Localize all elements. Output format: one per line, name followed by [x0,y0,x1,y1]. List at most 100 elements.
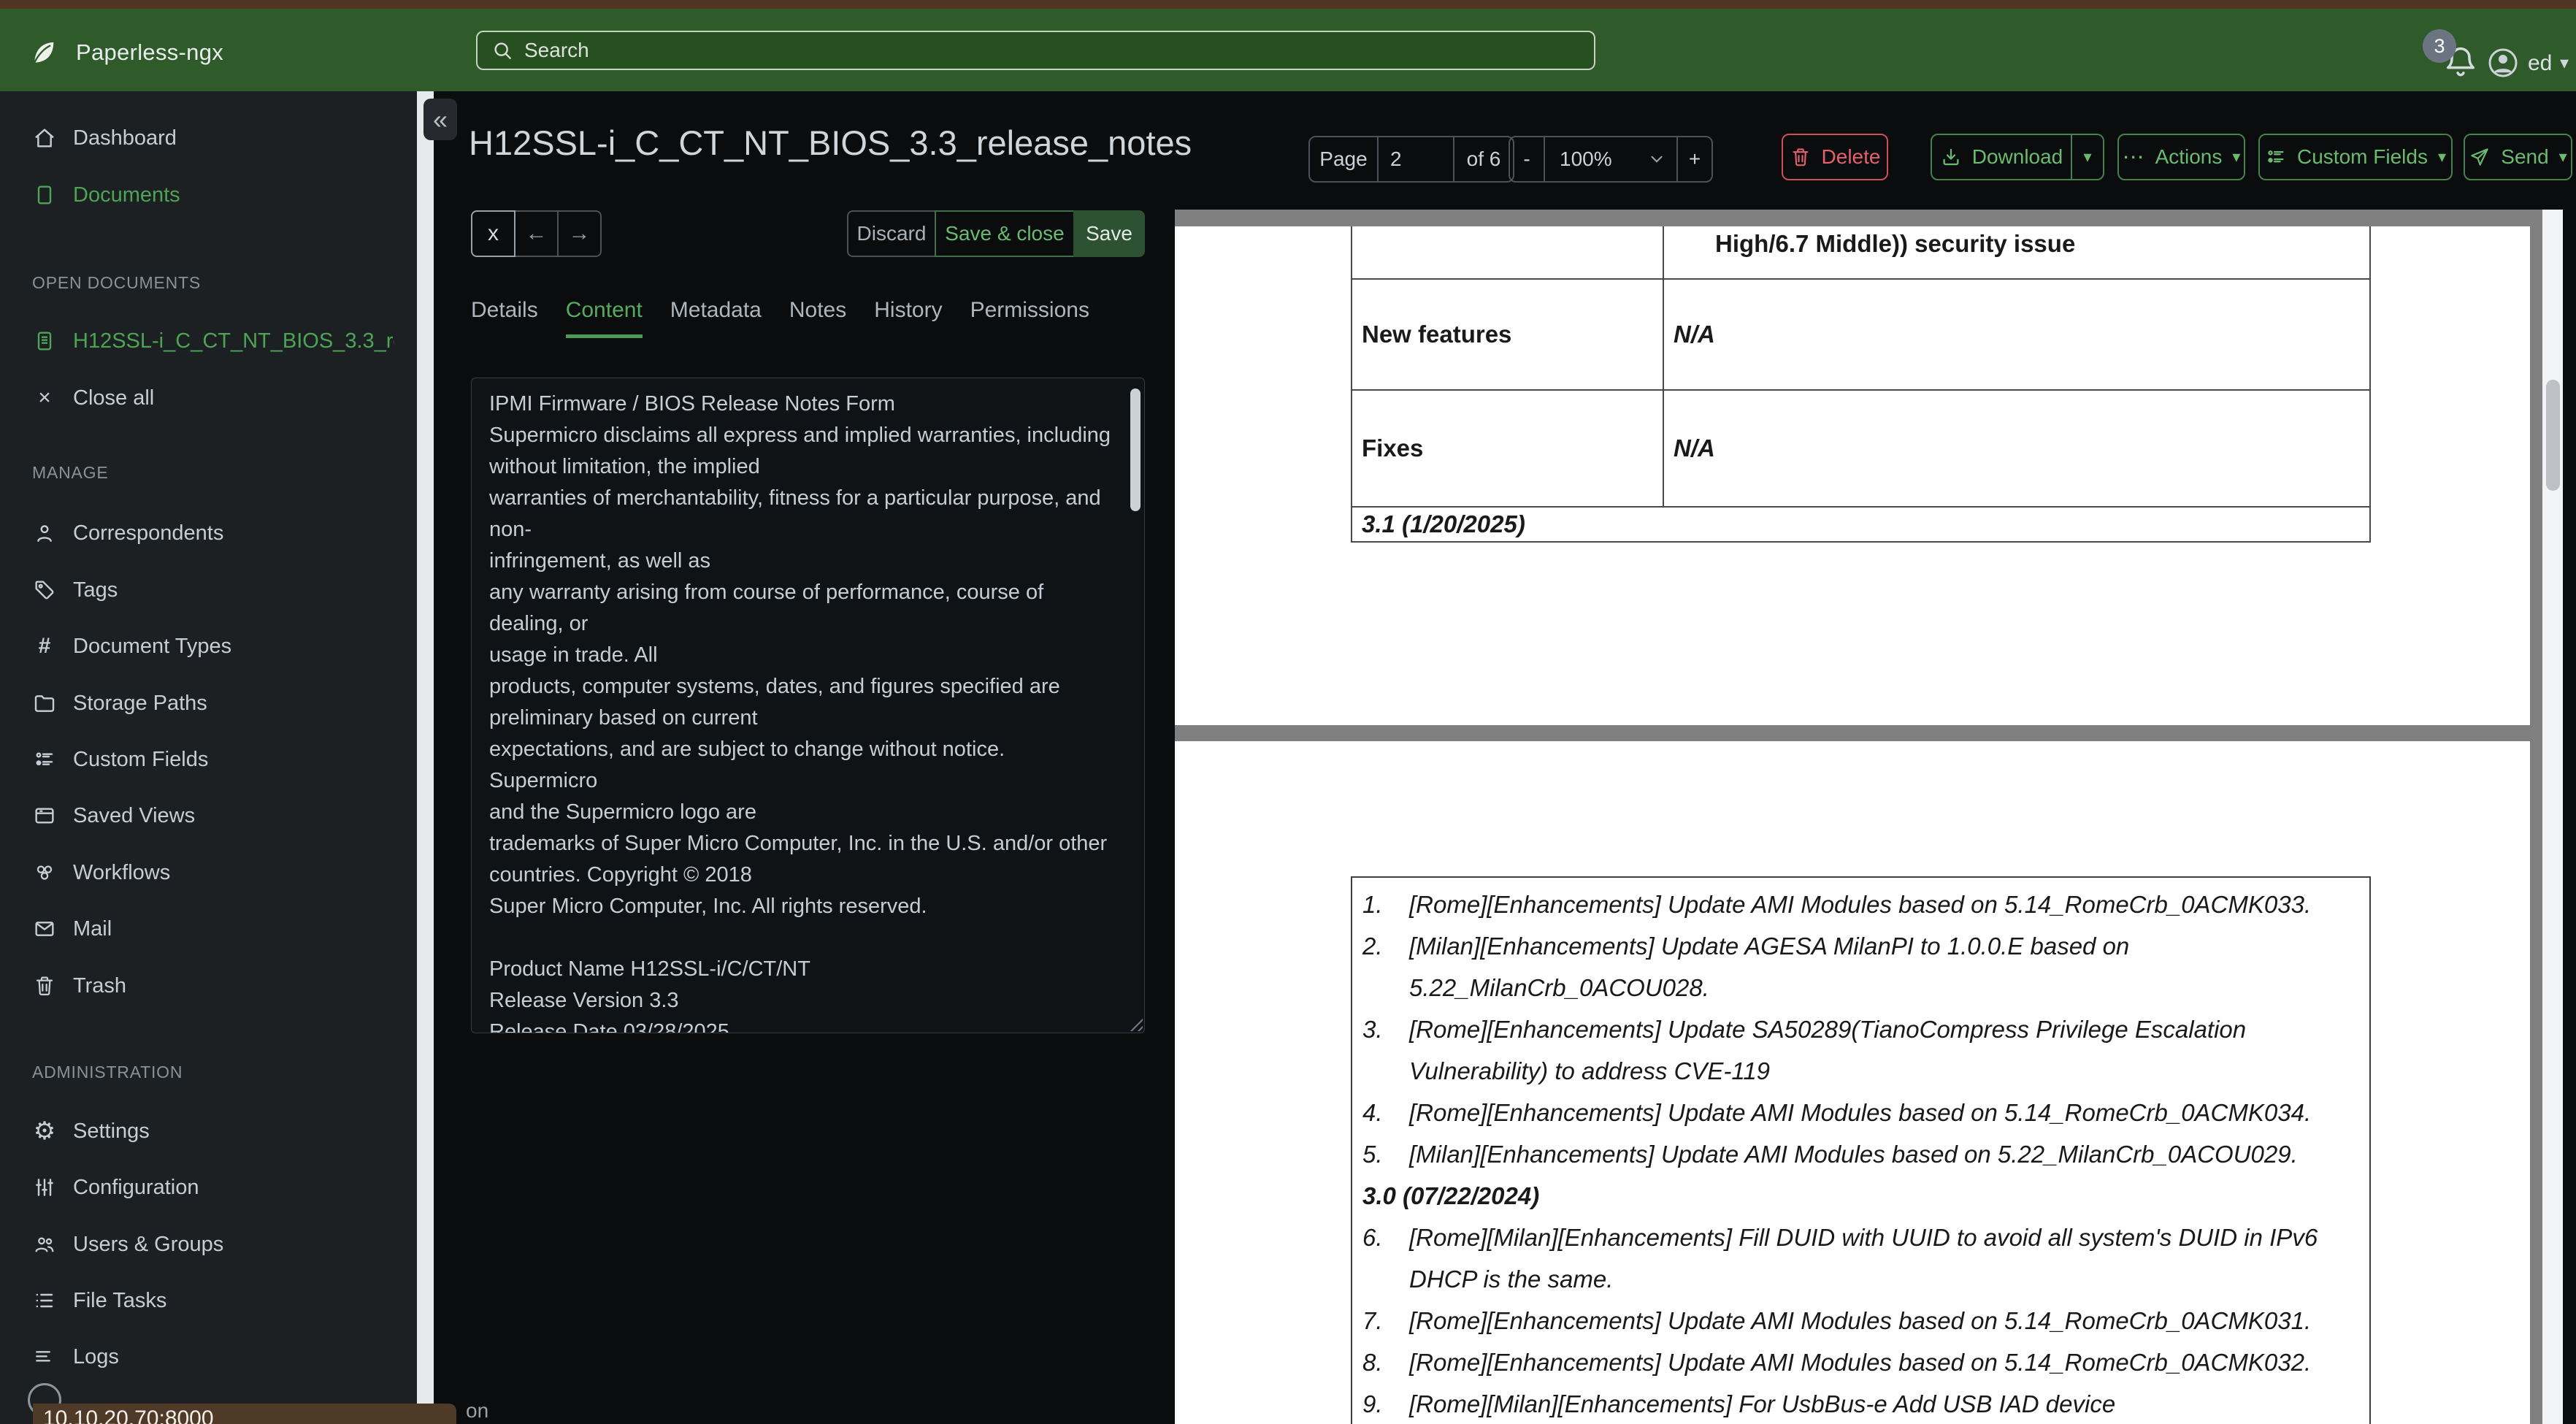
table-cell-value: N/A [1674,435,1715,462]
send-button[interactable]: Send ▾ [2464,134,2572,180]
search-input[interactable]: Search [476,31,1595,70]
mail-icon [32,916,57,941]
sidebar-item-label: Custom Fields [73,747,209,771]
tab-details[interactable]: Details [471,298,538,338]
sidebar-item-label: Workflows [73,860,171,884]
sliders-icon [32,1175,57,1200]
custom-fields-button[interactable]: Custom Fields ▾ [2258,134,2453,180]
tab-content[interactable]: Content [565,298,643,338]
send-icon [2469,146,2491,168]
ellipsis-icon: ⋯ [2122,145,2145,169]
sidebar-scrollbar[interactable] [417,91,434,1424]
custom-fields-icon [32,747,57,772]
sidebar-item-close-all[interactable]: × Close all [0,380,417,416]
table-row: Fixes N/A [1352,389,2369,506]
status-url: 10.10.20.70:8000 [43,1406,214,1424]
sidebar-item-settings[interactable]: ⚙ Settings [0,1113,417,1149]
open-document-label: H12SSL-i_C_CT_NT_BIOS_3.3_rel... [73,329,394,353]
download-button[interactable]: Download [1931,134,2072,180]
tab-notes[interactable]: Notes [789,298,846,338]
sidebar-item-document-types[interactable]: # Document Types [0,628,417,665]
textarea-resize-handle[interactable] [1127,1015,1143,1031]
table-cell-label: New features [1352,280,1664,389]
folder-icon [32,691,57,716]
delete-button[interactable]: Delete [1782,134,1888,180]
search-placeholder: Search [524,39,589,61]
person-icon [32,521,57,546]
sidebar-item-users-groups[interactable]: Users & Groups [0,1226,417,1263]
tab-metadata[interactable]: Metadata [670,298,762,338]
save-button[interactable]: Save [1073,210,1145,257]
actions-button[interactable]: ⋯ Actions ▾ [2117,134,2245,180]
section-manage: MANAGE [32,463,109,482]
content-textarea[interactable]: IPMI Firmware / BIOS Release Notes Form … [471,378,1145,1033]
sidebar: Dashboard Documents OPEN DOCUMENTS H12SS… [0,91,417,1424]
download-label: Download [1971,145,2063,168]
preview-scrollbar-thumb[interactable] [2546,380,2560,491]
collapse-sidebar-button[interactable]: « [423,99,457,140]
custom-fields-icon [2265,146,2287,168]
download-split-button: Download ▾ [1931,134,2104,180]
tab-history[interactable]: History [874,298,942,338]
username[interactable]: ed [2528,51,2552,76]
user-menu-caret-icon[interactable]: ▾ [2560,53,2569,74]
previous-document-button[interactable]: ← [514,210,559,257]
page-total-label: of 6 [1453,137,1513,181]
sidebar-item-label: Configuration [73,1175,199,1199]
gear-icon: ⚙ [33,1117,56,1145]
close-document-button[interactable]: x [471,210,515,257]
sidebar-item-trash[interactable]: Trash [0,968,417,1004]
sidebar-item-tags[interactable]: Tags [0,572,417,608]
sidebar-item-label: Tags [73,578,118,602]
caret-down-icon: ▾ [2232,148,2241,166]
document-text-icon [32,329,57,353]
page-number-input[interactable]: 2 [1377,137,1453,181]
sidebar-item-logs[interactable]: Logs [0,1339,417,1375]
sidebar-item-documents[interactable]: Documents [0,177,417,213]
browser-top-strip [0,0,2576,9]
sidebar-item-saved-views[interactable]: Saved Views [0,797,417,834]
download-caret-button[interactable]: ▾ [2072,134,2104,180]
table-row: New features N/A [1352,278,2369,389]
zoom-in-button[interactable]: + [1676,137,1711,181]
sidebar-item-dashboard[interactable]: Dashboard [0,120,417,156]
version-heading: 3.0 (07/22/2024) [1362,1182,1540,1209]
tab-permissions[interactable]: Permissions [970,298,1089,338]
sidebar-item-mail[interactable]: Mail [0,911,417,947]
status-suffix-text: on [466,1399,489,1422]
sidebar-item-storage-paths[interactable]: Storage Paths [0,685,417,721]
sidebar-item-correspondents[interactable]: Correspondents [0,515,417,551]
app-header: Paperless-ngx Search 3 ed ▾ [0,9,2576,91]
list-item: 3. [Rome][Enhancements] Update SA50289(Ti… [1362,1016,2247,1084]
preview-scrollbar-track[interactable] [2542,210,2563,1424]
sidebar-item-open-document[interactable]: H12SSL-i_C_CT_NT_BIOS_3.3_rel... [0,323,417,359]
leaf-logo-icon [29,38,58,67]
sidebar-item-custom-fields[interactable]: Custom Fields [0,741,417,778]
zoom-level-select[interactable]: 100% [1544,137,1676,181]
table-footer-version: 3.1 (1/20/2025) [1352,506,2369,541]
sidebar-item-workflows[interactable]: Workflows [0,854,417,891]
sidebar-item-file-tasks[interactable]: File Tasks [0,1282,417,1319]
tag-icon [32,578,57,602]
zoom-out-button[interactable]: - [1510,137,1544,181]
textarea-scrollbar[interactable] [1130,388,1141,511]
discard-button[interactable]: Discard [847,210,936,257]
documents-icon [32,183,57,207]
hash-icon: # [38,634,51,658]
sidebar-item-label: File Tasks [73,1288,167,1312]
notification-badge: 3 [2423,29,2456,63]
sidebar-item-label: Correspondents [73,521,224,545]
sidebar-item-label: Trash [73,973,127,998]
caret-down-icon: ▾ [2558,148,2567,166]
sidebar-item-label: Documents [73,183,180,207]
user-avatar-icon[interactable] [2485,45,2521,80]
table-cell-label: Fixes [1352,391,1664,506]
sidebar-item-configuration[interactable]: Configuration [0,1169,417,1206]
table-row: High/6.7 Middle)) security issue [1352,226,2369,278]
workflows-icon [32,860,57,885]
sidebar-item-label: Saved Views [73,803,196,827]
save-and-close-button[interactable]: Save & close [935,210,1075,257]
app-logo: Paperless-ngx [29,38,223,67]
next-document-button[interactable]: → [557,210,602,257]
sidebar-item-label: Storage Paths [73,691,207,715]
